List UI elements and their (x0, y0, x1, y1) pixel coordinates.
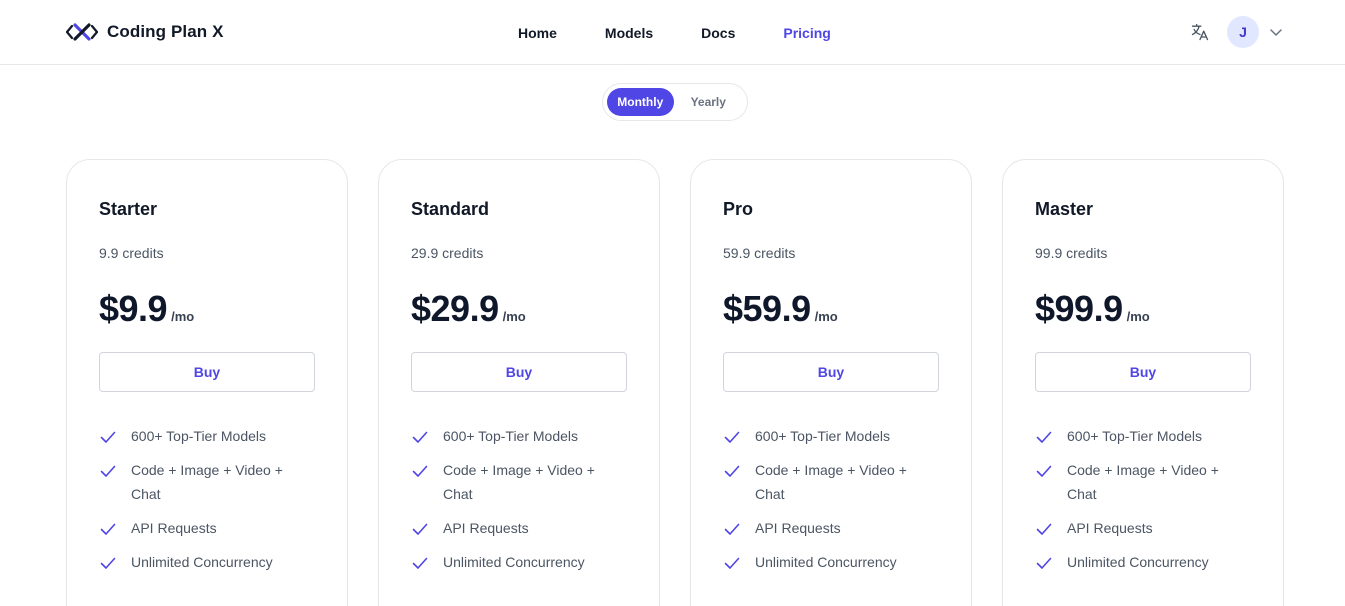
check-icon (100, 557, 116, 569)
site-header: Coding Plan X Home Models Docs Pricing J (0, 0, 1345, 67)
feature-label: Code + Image + Video + Chat (1067, 462, 1219, 502)
feature-label: Code + Image + Video + Chat (131, 462, 283, 502)
plan-name: Starter (99, 199, 158, 219)
plan-price: $29.9 (411, 288, 499, 329)
price-period: /mo (814, 309, 838, 324)
buy-button-pro[interactable]: Buy (723, 352, 939, 392)
buy-button-standard[interactable]: Buy (411, 352, 627, 392)
feature-item: API Requests (723, 518, 939, 540)
plan-card-pro: Pro 59.9 credits $59.9 /mo Buy 600+ Top-… (690, 159, 972, 606)
feature-item: API Requests (99, 518, 315, 540)
chevron-down-icon[interactable] (1269, 25, 1283, 39)
language-button[interactable] (1189, 21, 1211, 43)
feature-item: 600+ Top-Tier Models (411, 426, 627, 448)
toggle-monthly[interactable]: Monthly (607, 88, 674, 116)
feature-item: 600+ Top-Tier Models (723, 426, 939, 448)
feature-item: Code + Image + Video + Chat (99, 460, 315, 506)
plan-price: $9.9 (99, 288, 168, 329)
plan-price: $59.9 (723, 288, 811, 329)
nav-home[interactable]: Home (518, 21, 557, 45)
buy-button-starter[interactable]: Buy (99, 352, 315, 392)
billing-period-toggle: Monthly Yearly (602, 83, 748, 121)
buy-button-master[interactable]: Buy (1035, 352, 1251, 392)
feature-label: 600+ Top-Tier Models (443, 428, 579, 444)
header-actions: J (1189, 16, 1283, 48)
price-period: /mo (1126, 309, 1150, 324)
check-icon (724, 465, 740, 477)
brand-name: Coding Plan X (107, 22, 224, 41)
price-row: $99.9 /mo (1035, 288, 1150, 330)
plan-name: Pro (723, 199, 754, 219)
feature-item: Code + Image + Video + Chat (1035, 460, 1251, 506)
feature-label: 600+ Top-Tier Models (1067, 428, 1203, 444)
translate-icon (1191, 23, 1209, 41)
feature-item: Code + Image + Video + Chat (723, 460, 939, 506)
feature-label: Code + Image + Video + Chat (755, 462, 907, 502)
plan-credits: 99.9 credits (1035, 245, 1108, 261)
price-row: $59.9 /mo (723, 288, 838, 330)
check-icon (724, 431, 740, 443)
check-icon (412, 465, 428, 477)
plan-name: Master (1035, 199, 1094, 219)
feature-label: Unlimited Concurrency (755, 554, 897, 570)
check-icon (412, 523, 428, 535)
check-icon (100, 465, 116, 477)
plan-price: $99.9 (1035, 288, 1123, 329)
feature-list: 600+ Top-Tier Models Code + Image + Vide… (1035, 426, 1251, 586)
plan-card-standard: Standard 29.9 credits $29.9 /mo Buy 600+… (378, 159, 660, 606)
price-row: $29.9 /mo (411, 288, 526, 330)
feature-label: API Requests (755, 520, 841, 536)
feature-label: API Requests (131, 520, 217, 536)
feature-label: 600+ Top-Tier Models (131, 428, 267, 444)
check-icon (1036, 465, 1052, 477)
feature-item: API Requests (1035, 518, 1251, 540)
feature-item: Unlimited Concurrency (723, 552, 939, 574)
feature-label: Code + Image + Video + Chat (443, 462, 595, 502)
x-logo-icon (66, 23, 98, 41)
feature-item: 600+ Top-Tier Models (99, 426, 315, 448)
plan-name: Standard (411, 199, 490, 219)
check-icon (1036, 523, 1052, 535)
feature-label: Unlimited Concurrency (443, 554, 585, 570)
check-icon (724, 557, 740, 569)
check-icon (100, 431, 116, 443)
feature-label: API Requests (1067, 520, 1153, 536)
feature-label: Unlimited Concurrency (1067, 554, 1209, 570)
plan-credits: 9.9 credits (99, 245, 164, 261)
feature-list: 600+ Top-Tier Models Code + Image + Vide… (411, 426, 627, 586)
feature-list: 600+ Top-Tier Models Code + Image + Vide… (723, 426, 939, 586)
check-icon (1036, 431, 1052, 443)
check-icon (724, 523, 740, 535)
toggle-yearly[interactable]: Yearly (674, 88, 743, 116)
price-period: /mo (171, 309, 195, 324)
main-nav: Home Models Docs Pricing (500, 20, 831, 67)
feature-item: Code + Image + Video + Chat (411, 460, 627, 506)
feature-label: Unlimited Concurrency (131, 554, 273, 570)
feature-list: 600+ Top-Tier Models Code + Image + Vide… (99, 426, 315, 586)
brand-logo-link[interactable]: Coding Plan X (66, 18, 224, 46)
feature-item: 600+ Top-Tier Models (1035, 426, 1251, 448)
plan-credits: 29.9 credits (411, 245, 484, 261)
plan-credits: 59.9 credits (723, 245, 796, 261)
plan-card-starter: Starter 9.9 credits $9.9 /mo Buy 600+ To… (66, 159, 348, 606)
check-icon (100, 523, 116, 535)
feature-item: API Requests (411, 518, 627, 540)
nav-docs[interactable]: Docs (701, 21, 735, 45)
plan-card-master: Master 99.9 credits $99.9 /mo Buy 600+ T… (1002, 159, 1284, 606)
feature-label: API Requests (443, 520, 529, 536)
feature-item: Unlimited Concurrency (99, 552, 315, 574)
check-icon (412, 431, 428, 443)
nav-pricing[interactable]: Pricing (783, 21, 830, 45)
feature-item: Unlimited Concurrency (1035, 552, 1251, 574)
price-row: $9.9 /mo (99, 288, 194, 330)
check-icon (1036, 557, 1052, 569)
nav-models[interactable]: Models (586, 21, 680, 67)
user-avatar[interactable]: J (1227, 16, 1259, 48)
feature-label: 600+ Top-Tier Models (755, 428, 891, 444)
price-period: /mo (502, 309, 526, 324)
feature-item: Unlimited Concurrency (411, 552, 627, 574)
check-icon (412, 557, 428, 569)
